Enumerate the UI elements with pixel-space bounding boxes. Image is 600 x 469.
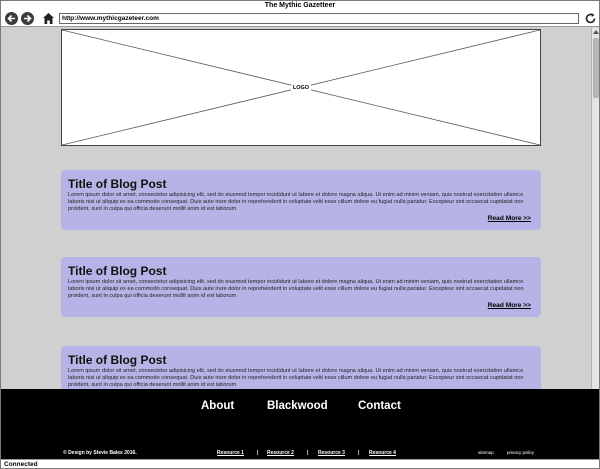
forward-button[interactable] — [21, 12, 34, 25]
read-more-link[interactable]: Read More >> — [488, 302, 531, 309]
post-body: Lorem ipsum dolor sit amet, consectetur … — [68, 279, 524, 300]
resource-link-1[interactable]: Resource 1 — [217, 450, 244, 456]
reload-button[interactable] — [584, 12, 597, 25]
browser-window: The Mythic Gazetteer http://www.mythicga… — [0, 0, 600, 469]
privacy-policy-link[interactable]: privacy policy — [507, 450, 534, 455]
site-footer: About Blackwood Contact © Design by Stev… — [1, 389, 599, 459]
resource-link-2[interactable]: Resource 2 — [267, 450, 294, 456]
post-body: Lorem ipsum dolor sit amet, consectetur … — [68, 192, 524, 213]
url-field[interactable]: http://www.mythicgazeteer.com — [59, 13, 579, 24]
post-title[interactable]: Title of Blog Post — [68, 353, 534, 367]
back-arrow-icon — [7, 14, 15, 23]
footer-nav-contact[interactable]: Contact — [358, 400, 401, 412]
blog-post-card: Title of Blog Post Lorem ipsum dolor sit… — [61, 257, 541, 317]
vertical-scrollbar[interactable] — [591, 28, 600, 389]
sitemap-link[interactable]: sitemap — [478, 450, 494, 455]
logo-placeholder: LOGO — [61, 29, 541, 146]
resource-separator: | — [358, 450, 360, 456]
post-title[interactable]: Title of Blog Post — [68, 177, 534, 191]
footer-nav-about[interactable]: About — [201, 400, 234, 412]
resource-link-3[interactable]: Resource 3 — [318, 450, 345, 456]
resource-separator: | — [257, 450, 259, 456]
scroll-up-icon[interactable] — [592, 28, 600, 36]
home-icon — [43, 13, 54, 24]
status-bar: Connected — [1, 459, 599, 468]
copyright-text: © Design by Stevie Bales 2016. — [63, 450, 137, 456]
browser-toolbar: http://www.mythicgazeteer.com — [1, 11, 599, 27]
reload-icon — [585, 13, 596, 24]
window-title: The Mythic Gazetteer — [1, 1, 599, 11]
home-button[interactable] — [42, 12, 55, 25]
logo-label: LOGO — [290, 85, 312, 91]
resource-link-4[interactable]: Resource 4 — [369, 450, 396, 456]
footer-nav-blackwood[interactable]: Blackwood — [267, 400, 328, 412]
blog-post-card: Title of Blog Post Lorem ipsum dolor sit… — [61, 170, 541, 230]
forward-arrow-icon — [24, 14, 32, 23]
post-title[interactable]: Title of Blog Post — [68, 264, 534, 278]
back-button[interactable] — [5, 12, 18, 25]
resource-separator: | — [307, 450, 309, 456]
scrollbar-thumb[interactable] — [593, 38, 599, 98]
post-body: Lorem ipsum dolor sit amet, consectetur … — [68, 368, 524, 389]
read-more-link[interactable]: Read More >> — [488, 215, 531, 222]
